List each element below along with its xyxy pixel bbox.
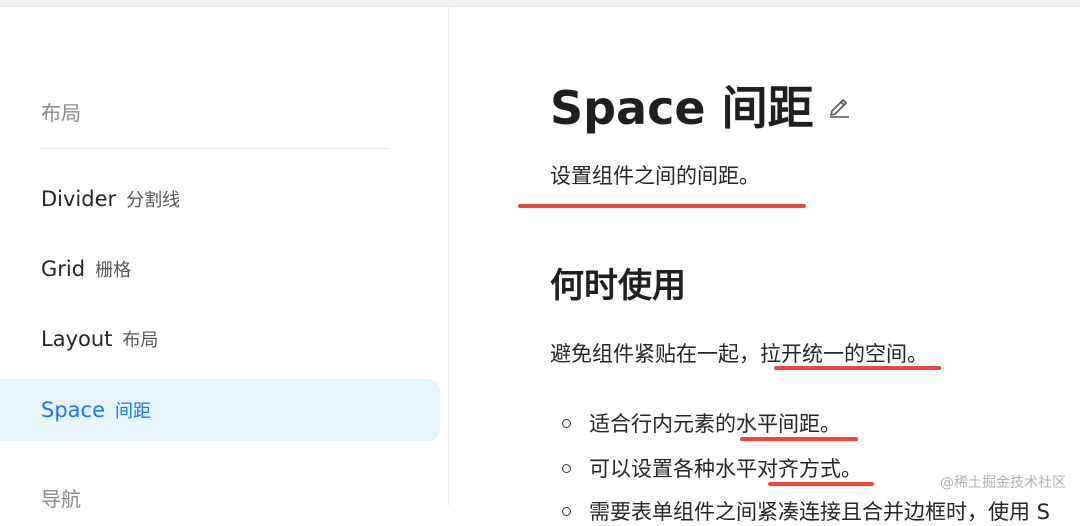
list-item-text: 需要表单组件之间紧凑连接且合并边框时，使用 S	[589, 500, 1051, 524]
page-title-row: Space 间距	[550, 72, 852, 138]
sidebar-item-layout[interactable]: Layout 布局	[0, 308, 440, 370]
page-description: 设置组件之间的间距。	[550, 164, 760, 188]
annotation-underline	[518, 204, 806, 208]
sidebar-item-grid[interactable]: Grid 栅格	[0, 238, 440, 300]
main-content: Space 间距 设置组件之间的间距。 何时使用 避免组件紧贴在一起，拉开统一的…	[550, 0, 1080, 524]
annotation-underline	[774, 366, 941, 370]
sidebar-item-sublabel: 布局	[122, 330, 159, 351]
sidebar-item-label: Layout	[41, 327, 113, 351]
bullet-icon	[562, 506, 571, 516]
sidebar-item-sublabel: 分割线	[126, 190, 181, 211]
list-item-text: 可以设置各种水平对齐方式。	[589, 457, 862, 481]
sidebar-item-label: Divider	[41, 187, 117, 211]
sidebar-item-sublabel: 间距	[115, 401, 151, 422]
sidebar-nav: 布局 Divider 分割线 Grid 栅格 Layout 布局 Space 间…	[0, 0, 449, 511]
list-item: 需要表单组件之间紧凑连接且合并边框时，使用 S	[562, 496, 1050, 526]
annotation-underline	[768, 482, 874, 486]
sidebar-item-label: Space	[41, 398, 105, 422]
sidebar-item-sublabel: 栅格	[95, 260, 132, 281]
page-title: Space 间距	[550, 81, 814, 135]
edit-icon[interactable]	[826, 92, 852, 118]
list-item-text: 适合行内元素的水平间距。	[589, 412, 841, 436]
bullet-icon	[562, 463, 571, 473]
sidebar-group-nav: 导航	[41, 487, 81, 511]
section-title: 何时使用	[550, 266, 686, 306]
sidebar-item-divider[interactable]: Divider 分割线	[0, 168, 440, 230]
sidebar-divider	[41, 148, 389, 149]
list-item: 可以设置各种水平对齐方式。	[562, 453, 862, 483]
section-paragraph: 避免组件紧贴在一起，拉开统一的空间。	[550, 342, 928, 366]
bullet-icon	[562, 418, 571, 428]
watermark: @稀土掘金技术社区	[940, 475, 1066, 491]
sidebar-item-space[interactable]: Space 间距	[0, 379, 440, 441]
sidebar-group-layout: 布局	[41, 101, 81, 125]
list-item: 适合行内元素的水平间距。	[562, 408, 841, 438]
annotation-underline	[740, 437, 858, 441]
sidebar-item-label: Grid	[41, 257, 86, 281]
